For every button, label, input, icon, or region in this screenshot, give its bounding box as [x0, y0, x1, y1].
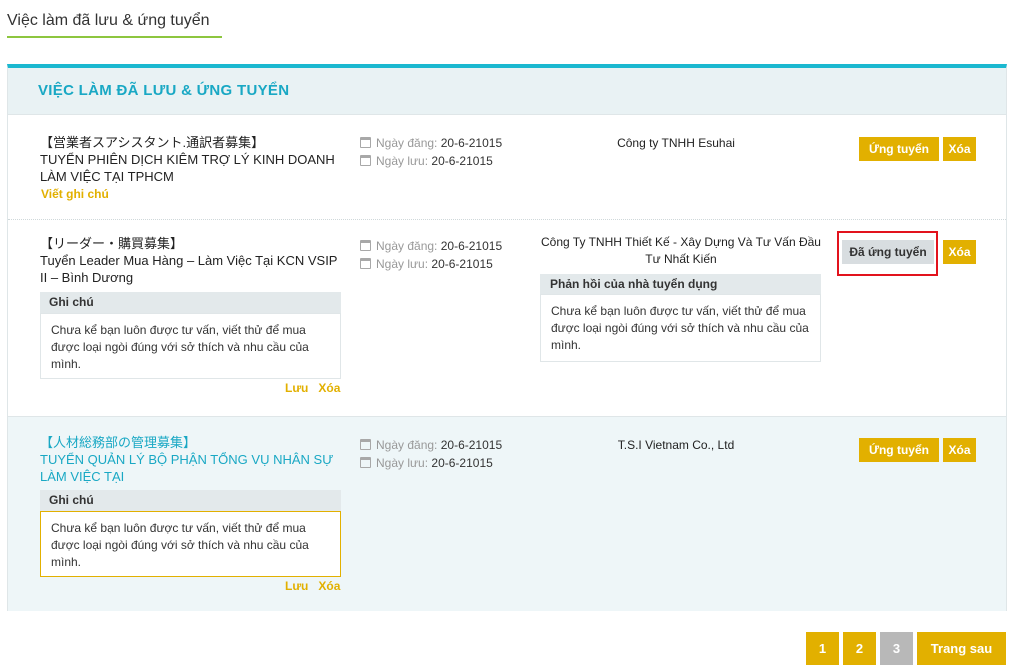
panel-title: VIỆC LÀM ĐÃ LƯU & ỨNG TUYỂN	[8, 68, 1006, 115]
apply-button[interactable]: Ứng tuyển	[859, 438, 939, 462]
note-text[interactable]: Chưa kể bạn luôn được tư vấn, viết thử đ…	[40, 313, 341, 379]
company-name[interactable]: Công Ty TNHH Thiết Kế - Xây Dựng Và Tư V…	[536, 234, 826, 268]
job-title-jp: 【リーダー・購買募集】	[40, 236, 184, 251]
posted-date: 20-6-21015	[440, 438, 503, 452]
save-note-link[interactable]: Lưu	[285, 381, 308, 395]
page-title: Việc làm đã lưu & ứng tuyển	[7, 12, 222, 38]
saved-jobs-panel: VIỆC LÀM ĐÃ LƯU & ỨNG TUYỂN 【営業者スアシスタント.…	[7, 64, 1007, 611]
note-box: Ghi chú Chưa kể bạn luôn được tư vấn, vi…	[40, 292, 341, 379]
calendar-icon	[360, 137, 371, 148]
page-1-button[interactable]: 1	[806, 632, 839, 665]
saved-date: 20-6-21015	[431, 257, 493, 271]
job-title-jp: 【人材総務部の管理募集】	[40, 435, 197, 450]
note-input[interactable]: Chưa kể bạn luôn được tư vấn, viết thử đ…	[40, 511, 341, 577]
job-row: 【営業者スアシスタント.通訳者募集】 TUYỂN PHIÊN DỊCH KIÊM…	[8, 119, 1006, 220]
feedback-header: Phản hồi của nhà tuyển dụng	[540, 274, 821, 294]
saved-date: 20-6-21015	[431, 154, 493, 168]
apply-button[interactable]: Ứng tuyển	[859, 137, 939, 161]
posted-date: 20-6-21015	[440, 136, 503, 150]
job-title-jp: 【営業者スアシスタント.通訳者募集】	[40, 135, 265, 150]
job-title[interactable]: 【人材総務部の管理募集】 TUYỂN QUẢN LÝ BỘ PHẬN TỔNG …	[40, 434, 340, 485]
job-dates: Ngày đăng: 20-6-21015 Ngày lưu: 20-6-210…	[360, 134, 502, 170]
job-title-text: TUYỂN PHIÊN DỊCH KIÊM TRỢ LÝ KINH DOANH …	[40, 152, 335, 184]
note-actions: Lưu Xóa	[275, 579, 340, 593]
posted-date: 20-6-21015	[440, 239, 503, 253]
write-note-link[interactable]: Viết ghi chú	[41, 187, 109, 201]
calendar-icon	[360, 457, 371, 468]
job-dates: Ngày đăng: 20-6-21015 Ngày lưu: 20-6-210…	[360, 436, 502, 472]
job-row: 【人材総務部の管理募集】 TUYỂN QUẢN LÝ BỘ PHẬN TỔNG …	[8, 417, 1006, 611]
job-title[interactable]: 【営業者スアシスタント.通訳者募集】 TUYỂN PHIÊN DỊCH KIÊM…	[40, 134, 340, 185]
delete-button[interactable]: Xóa	[943, 240, 976, 264]
job-row: 【リーダー・購買募集】 Tuyển Leader Mua Hàng – Làm …	[8, 220, 1006, 417]
saved-date: 20-6-21015	[431, 456, 493, 470]
calendar-icon	[360, 240, 371, 251]
company-name[interactable]: Công ty TNHH Esuhai	[576, 135, 776, 152]
delete-note-link[interactable]: Xóa	[318, 381, 340, 395]
note-header: Ghi chú	[40, 490, 341, 511]
note-actions: Lưu Xóa	[275, 381, 340, 395]
applied-button[interactable]: Đã ứng tuyển	[842, 240, 934, 264]
job-dates: Ngày đăng: 20-6-21015 Ngày lưu: 20-6-210…	[360, 237, 502, 273]
feedback-text: Chưa kể bạn luôn được tư vấn, viết thử đ…	[540, 294, 821, 362]
delete-button[interactable]: Xóa	[943, 438, 976, 462]
job-title[interactable]: 【リーダー・購買募集】 Tuyển Leader Mua Hàng – Làm …	[40, 235, 340, 286]
save-note-link[interactable]: Lưu	[285, 579, 308, 593]
next-page-button[interactable]: Trang sau	[917, 632, 1006, 665]
delete-note-link[interactable]: Xóa	[318, 579, 340, 593]
note-box: Ghi chú Chưa kể bạn luôn được tư vấn, vi…	[40, 490, 341, 577]
page-3-button[interactable]: 3	[880, 632, 913, 665]
job-title-text: Tuyển Leader Mua Hàng – Làm Việc Tại KCN…	[40, 253, 338, 285]
page-2-button[interactable]: 2	[843, 632, 876, 665]
company-name[interactable]: T.S.I Vietnam Co., Ltd	[576, 437, 776, 454]
employer-feedback: Phản hồi của nhà tuyển dụng Chưa kể bạn …	[540, 274, 821, 362]
calendar-icon	[360, 155, 371, 166]
job-title-text: TUYỂN QUẢN LÝ BỘ PHẬN TỔNG VỤ NHÂN SỰ LÀ…	[40, 452, 334, 484]
note-header: Ghi chú	[40, 292, 341, 313]
calendar-icon	[360, 439, 371, 450]
calendar-icon	[360, 258, 371, 269]
delete-button[interactable]: Xóa	[943, 137, 976, 161]
